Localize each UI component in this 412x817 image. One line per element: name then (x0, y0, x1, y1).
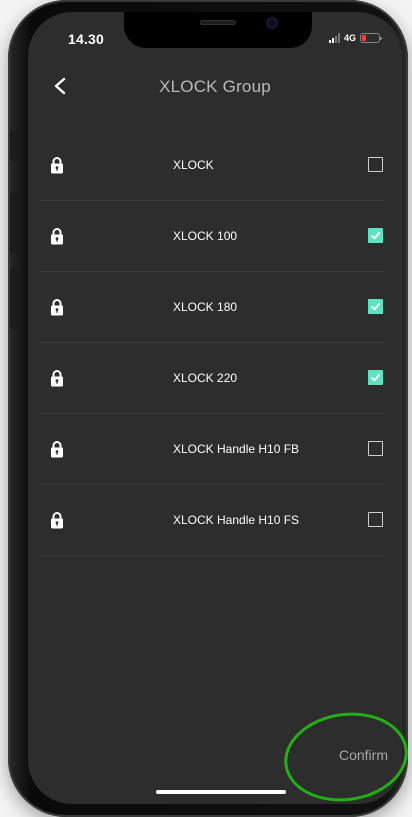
lock-name: XLOCK 100 (173, 229, 238, 243)
volume-up-button (10, 192, 18, 254)
lock-icon (51, 157, 63, 174)
status-indicators: 4G (328, 33, 382, 43)
lock-checkbox[interactable] (368, 512, 383, 527)
lock-checkbox[interactable] (368, 228, 383, 243)
lock-name: XLOCK 180 (173, 300, 238, 314)
notch (124, 12, 312, 48)
checkmark-icon (370, 302, 381, 311)
lock-name: XLOCK (173, 158, 214, 172)
lock-list-item[interactable]: XLOCK 100 (40, 201, 385, 272)
screenshot-stage: 14.30 4G XLOCK Group XLOCK XLOCK 100 XLO… (0, 0, 412, 817)
signal-icon (328, 33, 340, 43)
home-indicator[interactable] (156, 790, 286, 794)
lock-icon (51, 228, 63, 245)
lock-list-item[interactable]: XLOCK 220 (40, 343, 385, 414)
lock-icon (51, 512, 63, 529)
lock-list-item[interactable]: XLOCK (40, 130, 385, 201)
lock-list: XLOCK XLOCK 100 XLOCK 180 XLOCK 220 XLOC… (40, 130, 385, 556)
lock-list-item[interactable]: XLOCK 180 (40, 272, 385, 343)
lock-name: XLOCK 220 (173, 371, 238, 385)
front-camera (266, 17, 278, 29)
lock-icon (51, 299, 63, 316)
lock-name: XLOCK Handle H10 FS (173, 513, 300, 527)
checkmark-icon (370, 231, 381, 240)
lock-checkbox[interactable] (368, 299, 383, 314)
lock-checkbox[interactable] (368, 370, 383, 385)
lock-checkbox[interactable] (368, 157, 383, 172)
phone-screen: 14.30 4G XLOCK Group XLOCK XLOCK 100 XLO… (28, 12, 402, 804)
phone-frame: 14.30 4G XLOCK Group XLOCK XLOCK 100 XLO… (8, 0, 408, 817)
battery-icon (360, 33, 382, 43)
speaker-grille (200, 20, 236, 25)
lock-list-item[interactable]: XLOCK Handle H10 FB (40, 414, 385, 485)
page-title: XLOCK Group (159, 77, 271, 96)
volume-down-button (10, 268, 18, 330)
network-type: 4G (343, 33, 356, 43)
lock-name: XLOCK Handle H10 FB (173, 442, 300, 456)
mute-switch (10, 130, 18, 162)
lock-checkbox[interactable] (368, 441, 383, 456)
status-time: 14.30 (68, 31, 105, 47)
checkmark-icon (370, 373, 381, 382)
lock-icon (51, 441, 63, 458)
lock-list-item[interactable]: XLOCK Handle H10 FS (40, 485, 385, 556)
lock-icon (51, 370, 63, 387)
